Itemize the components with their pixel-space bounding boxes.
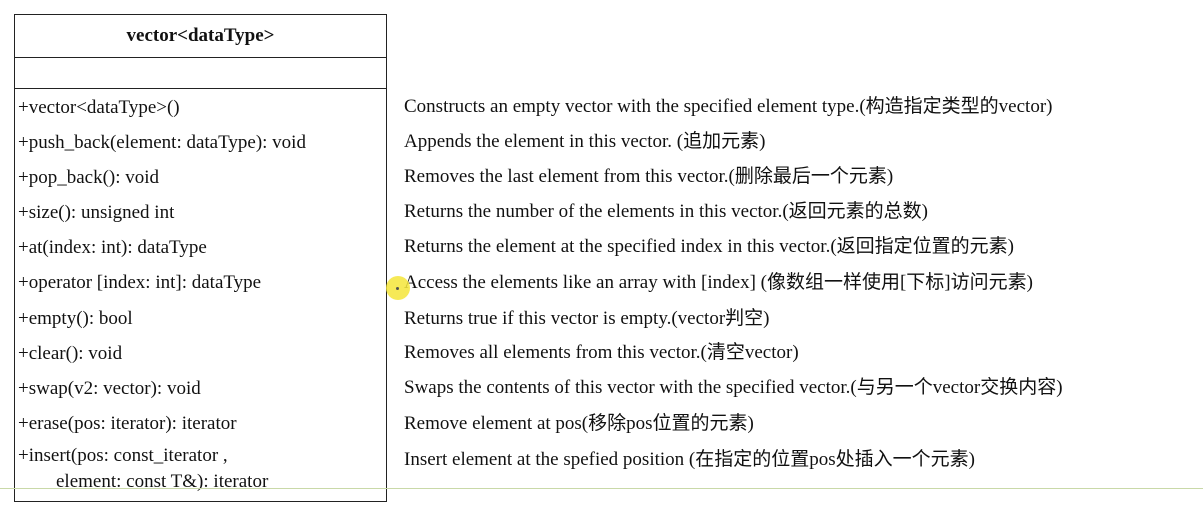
uml-class-box: vector<dataType> +vector<dataType>() +pu… (14, 14, 387, 502)
desc-clear: Removes all elements from this vector.(清… (404, 342, 799, 363)
desc-push-back: Appends the element in this vector. (追加元… (404, 131, 766, 152)
method-erase: +erase(pos: iterator): iterator (18, 413, 237, 434)
mouse-cursor-highlight (386, 276, 410, 300)
class-name: vector<dataType> (15, 15, 386, 58)
method-at: +at(index: int): dataType (18, 237, 207, 258)
desc-at: Returns the element at the specified ind… (404, 236, 1014, 257)
desc-swap: Swaps the contents of this vector with t… (404, 377, 1063, 398)
desc-empty: Returns true if this vector is empty.(ve… (404, 308, 770, 329)
method-insert: +insert(pos: const_iterator , (18, 445, 228, 466)
desc-size: Returns the number of the elements in th… (404, 201, 928, 222)
method-push-back: +push_back(element: dataType): void (18, 132, 306, 153)
method-pop-back: +pop_back(): void (18, 167, 160, 188)
method-clear: +clear(): void (18, 343, 123, 364)
method-operator-index: +operator [index: int]: dataType (18, 272, 262, 293)
desc-operator-index: Access the elements like an array with [… (404, 272, 1033, 293)
method-empty: +empty(): bool (18, 308, 133, 329)
desc-insert: Insert element at the spefied position (… (404, 449, 975, 470)
method-insert-continued: element: const T&): iterator (18, 471, 269, 492)
method-size: +size(): unsigned int (18, 202, 175, 223)
method-swap: +swap(v2: vector): void (18, 378, 201, 399)
method-constructor: +vector<dataType>() (18, 97, 180, 118)
desc-constructor: Constructs an empty vector with the spec… (404, 96, 1053, 117)
desc-erase: Remove element at pos(移除pos位置的元素) (404, 413, 754, 434)
attributes-section (15, 58, 386, 89)
desc-pop-back: Removes the last element from this vecto… (404, 166, 894, 187)
bottom-divider (0, 488, 1203, 489)
